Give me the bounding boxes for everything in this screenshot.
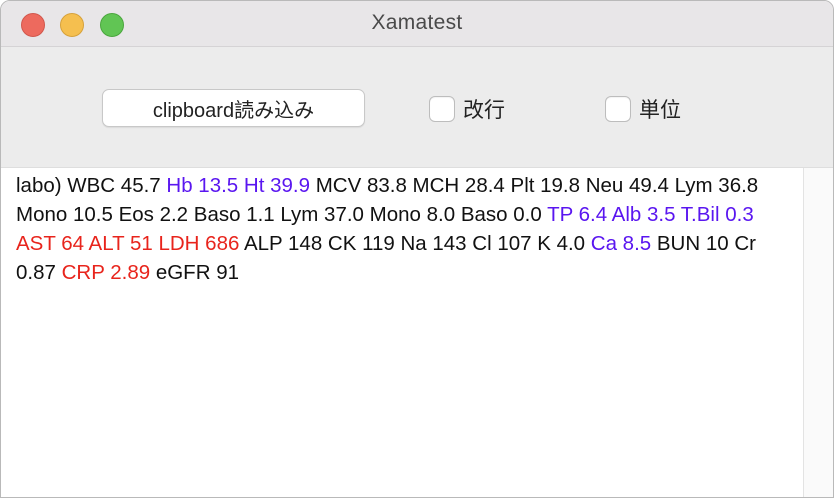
lab-token-normal — [754, 203, 759, 226]
unit-checkbox-control[interactable]: 単位 — [605, 94, 681, 124]
newline-checkbox-label: 改行 — [463, 99, 505, 122]
lab-token-normal: eGFR 91 — [150, 261, 239, 284]
window-title: Xamatest — [371, 11, 463, 34]
lab-token-high: AST 64 ALT 51 LDH 686 — [16, 232, 240, 255]
lab-token-normal: ALP 148 CK 119 Na 143 Cl 107 K 4.0 — [239, 232, 591, 255]
lab-token-low: Hb 13.5 Ht 39.9 — [166, 174, 310, 197]
toolbar: clipboard読み込み 改行 単位 — [1, 47, 833, 168]
clipboard-read-button[interactable]: clipboard読み込み — [102, 89, 365, 127]
lab-token-low: Ca 8.5 — [590, 232, 652, 255]
title-bar[interactable]: Xamatest — [1, 1, 833, 47]
lab-token-normal: labo) WBC 45.7 — [16, 174, 167, 197]
scrollbar-track[interactable] — [803, 168, 833, 497]
lab-results-text-area[interactable]: labo) WBC 45.7 Hb 13.5 Ht 39.9 MCV 83.8 … — [1, 168, 803, 497]
newline-checkbox[interactable] — [429, 96, 455, 122]
app-window: Xamatest clipboard読み込み 改行 単位 labo) WBC 4… — [0, 0, 834, 498]
unit-checkbox-label: 単位 — [639, 99, 681, 122]
unit-checkbox[interactable] — [605, 96, 631, 122]
newline-checkbox-control[interactable]: 改行 — [429, 94, 505, 124]
lab-token-low: TP 6.4 Alb 3.5 T.Bil 0.3 — [547, 203, 754, 226]
lab-token-high: CRP 2.89 — [61, 261, 151, 284]
